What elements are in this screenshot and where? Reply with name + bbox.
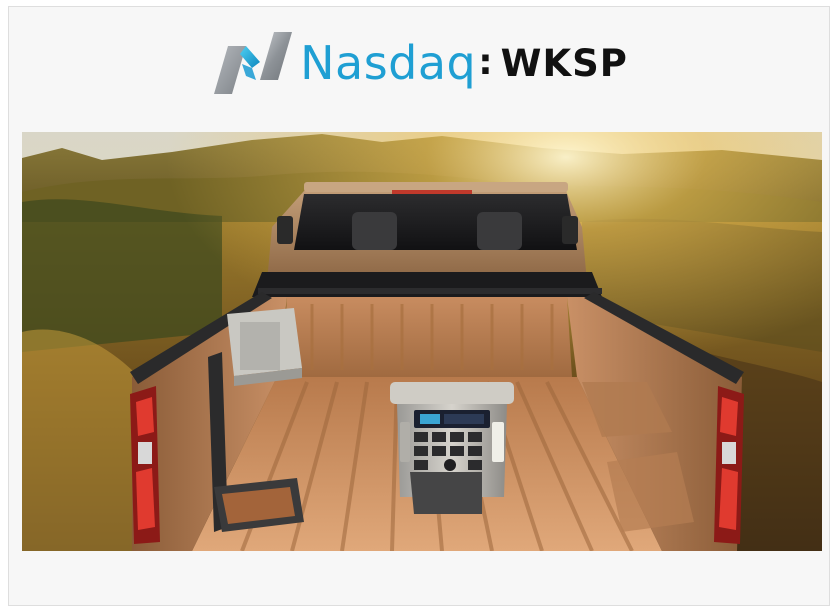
nasdaq-logo: Nasdaq : WKSP [9, 27, 831, 99]
nasdaq-logo-mark-icon [214, 32, 293, 94]
ticker-separator: : [478, 42, 493, 83]
press-card: Nasdaq : WKSP [8, 6, 830, 606]
brand-text: Nasdaq [300, 36, 477, 90]
pickup-truck-illustration [22, 132, 822, 551]
ticker-symbol: WKSP [500, 41, 628, 85]
truck-bed-photo [22, 132, 822, 551]
